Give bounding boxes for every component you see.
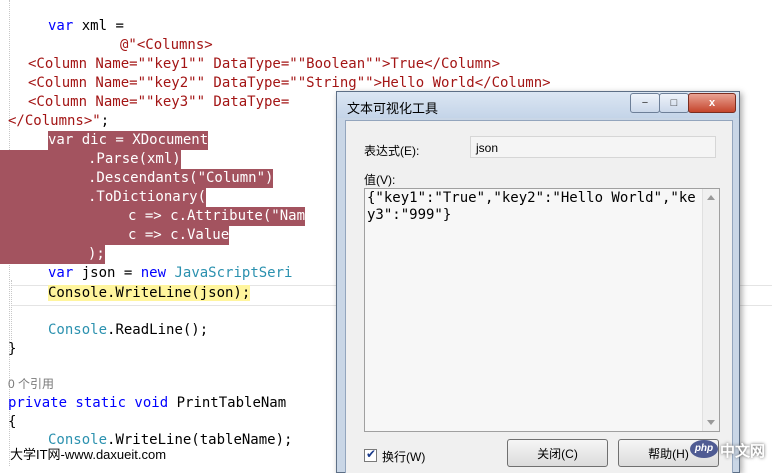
php-logo-icon: php	[690, 440, 718, 458]
dialog-titlebar[interactable]: 文本可视化工具 − □ x	[337, 92, 739, 118]
php-watermark: php 中文网	[690, 436, 773, 466]
code-line: var xml =	[48, 18, 124, 34]
dialog-client-area: 表达式(E): json 值(V): {"key1":"True","key2"…	[345, 120, 733, 473]
close-window-button[interactable]: x	[688, 93, 736, 113]
code-line-selected: c => c.Value	[128, 226, 230, 245]
code-line: </Columns>";	[8, 113, 110, 129]
selection-margin	[0, 226, 128, 245]
codelens-references[interactable]: 0 个引用	[8, 375, 54, 394]
wrap-checkbox[interactable]: ✔	[364, 447, 377, 462]
code-line: Console.ReadLine();	[48, 322, 209, 338]
code-line: {	[8, 414, 17, 430]
code-line: var json = new JavaScriptSeri	[48, 265, 293, 281]
expression-label: 表达式(E):	[364, 144, 420, 158]
code-line-current: Console.WriteLine(json);	[48, 285, 251, 301]
minimize-button[interactable]: −	[630, 93, 660, 113]
php-watermark-text: 中文网	[720, 443, 766, 460]
selection-margin	[0, 150, 88, 169]
close-button[interactable]: 关闭(C)	[507, 439, 608, 467]
value-label: 值(V):	[364, 173, 396, 187]
value-textarea[interactable]: {"key1":"True","key2":"Hello World","key…	[364, 188, 720, 432]
code-line-selected: var dic = XDocument	[48, 131, 209, 150]
code-line: <Column Name=""key3"" DataType=	[28, 94, 290, 110]
selection-margin	[0, 169, 88, 188]
code-line-selected: .Descendants("Column")	[88, 169, 274, 188]
selection-margin	[0, 207, 128, 226]
scroll-up-icon[interactable]	[707, 195, 715, 200]
code-line: private static void PrintTableNam	[8, 395, 287, 411]
site-watermark: 大学IT网-www.daxueit.com	[10, 447, 167, 462]
code-line-selected: .ToDictionary(	[88, 188, 207, 207]
code-line: <Column Name=""key1"" DataType=""Boolean…	[28, 56, 501, 72]
scroll-down-icon[interactable]	[707, 420, 715, 425]
code-line: }	[8, 341, 17, 357]
selection-margin	[0, 188, 88, 207]
vertical-scrollbar[interactable]	[702, 189, 719, 431]
code-line-selected: );	[88, 245, 105, 264]
dialog-title: 文本可视化工具	[347, 101, 439, 116]
check-icon: ✔	[366, 447, 377, 461]
code-line-selected: c => c.Attribute("Nam	[128, 207, 306, 226]
maximize-button[interactable]: □	[659, 93, 689, 113]
selection-margin	[0, 245, 88, 264]
expression-field[interactable]: json	[470, 136, 716, 158]
code-line-selected: .Parse(xml)	[88, 150, 181, 169]
value-text: {"key1":"True","key2":"Hello World","key…	[367, 190, 696, 223]
code-line: @"<Columns>	[120, 37, 213, 53]
text-visualizer-dialog: 文本可视化工具 − □ x 表达式(E): json 值(V): {"key1"…	[336, 91, 740, 473]
wrap-label[interactable]: 换行(W)	[382, 448, 425, 465]
